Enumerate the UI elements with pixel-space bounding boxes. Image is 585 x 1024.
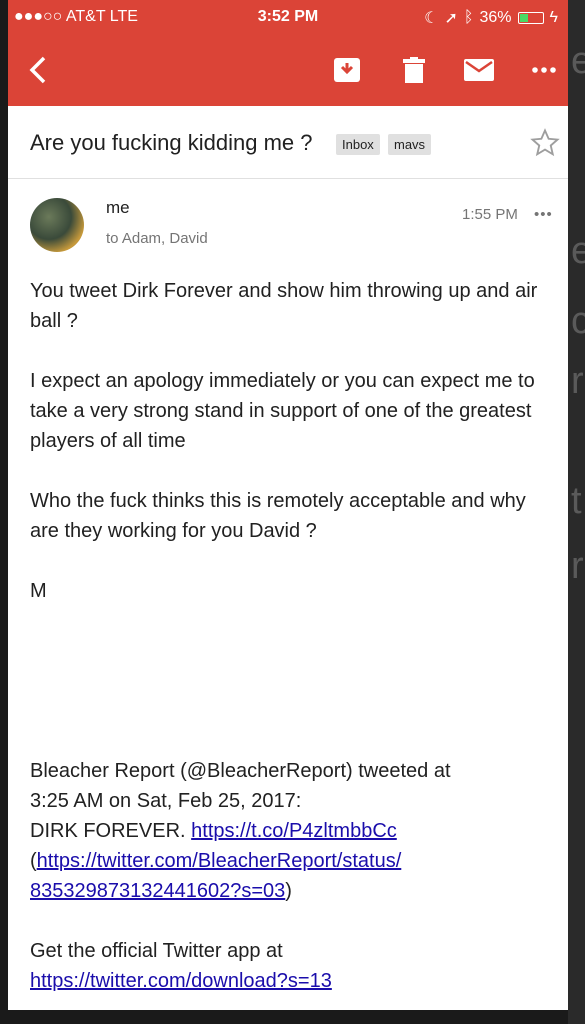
app-promo: Get the official Twitter app at [30, 940, 283, 962]
tweet-link[interactable]: https://t.co/P4zltmbbCc [191, 820, 397, 842]
archive-button[interactable] [325, 48, 369, 92]
toolbar [8, 34, 568, 106]
status-link-part2[interactable]: 835329873132441602?s=03 [30, 880, 285, 902]
status-right: ☾ ➚ ᛒ 36% ϟ [424, 8, 558, 28]
status-link-line: (https://twitter.com/BleacherReport/stat… [30, 850, 402, 872]
charging-icon: ϟ [549, 9, 558, 26]
more-options-button[interactable] [522, 48, 566, 92]
tweet-date: 3:25 AM on Sat, Feb 25, 2017: [30, 790, 302, 812]
label-inbox[interactable]: Inbox [336, 134, 380, 155]
recipients[interactable]: to Adam, David [106, 230, 208, 247]
battery-icon [517, 12, 544, 24]
back-arrow-icon [29, 56, 46, 84]
tweet-line: DIRK FOREVER. https://t.co/P4zltmbbCc [30, 816, 550, 846]
message-body: You tweet Dirk Forever and show him thro… [30, 276, 550, 996]
signature: M [30, 580, 47, 602]
mail-icon [464, 59, 494, 81]
body-paragraph: I expect an apology immediately or you c… [30, 370, 535, 452]
status-bar: ●●●○○ AT&T LTE 3:52 PM ☾ ➚ ᛒ 36% ϟ [8, 0, 568, 34]
email-subject: Are you fucking kidding me ? [30, 130, 313, 155]
archive-icon [334, 58, 360, 82]
message-time: 1:55 PM [462, 206, 518, 223]
delete-button[interactable] [392, 48, 436, 92]
tweet-header: Bleacher Report (@BleacherReport) tweete… [30, 760, 451, 782]
background-strip: e e c r t r [568, 0, 585, 1024]
app-link-line: https://twitter.com/download?s=13 [30, 966, 550, 996]
body-paragraph: You tweet Dirk Forever and show him thro… [30, 280, 538, 332]
trash-icon [403, 57, 425, 83]
message-more-icon[interactable]: ••• [534, 206, 553, 223]
body-paragraph: Who the fuck thinks this is remotely acc… [30, 490, 526, 542]
label-mavs[interactable]: mavs [388, 134, 432, 155]
subject-row: Are you fucking kidding me ? Inbox mavs [8, 106, 568, 179]
moon-icon: ☾ [424, 10, 439, 27]
back-button[interactable] [16, 48, 60, 92]
more-horiz-icon [532, 67, 556, 73]
location-icon: ➚ [444, 10, 458, 27]
tweet-text: DIRK FOREVER. [30, 820, 186, 842]
app-download-link[interactable]: https://twitter.com/download?s=13 [30, 970, 332, 992]
bluetooth-icon: ᛒ [463, 9, 474, 26]
sender-name: me [106, 198, 130, 217]
battery-percent: 36% [479, 9, 512, 26]
mark-unread-button[interactable] [457, 48, 501, 92]
phone-screen: ●●●○○ AT&T LTE 3:52 PM ☾ ➚ ᛒ 36% ϟ Are y… [8, 0, 568, 1010]
status-link-line: 835329873132441602?s=03) [30, 880, 292, 902]
status-link-part1[interactable]: https://twitter.com/BleacherReport/statu… [37, 850, 402, 872]
star-icon[interactable] [530, 128, 560, 158]
sender-avatar[interactable] [30, 198, 84, 252]
